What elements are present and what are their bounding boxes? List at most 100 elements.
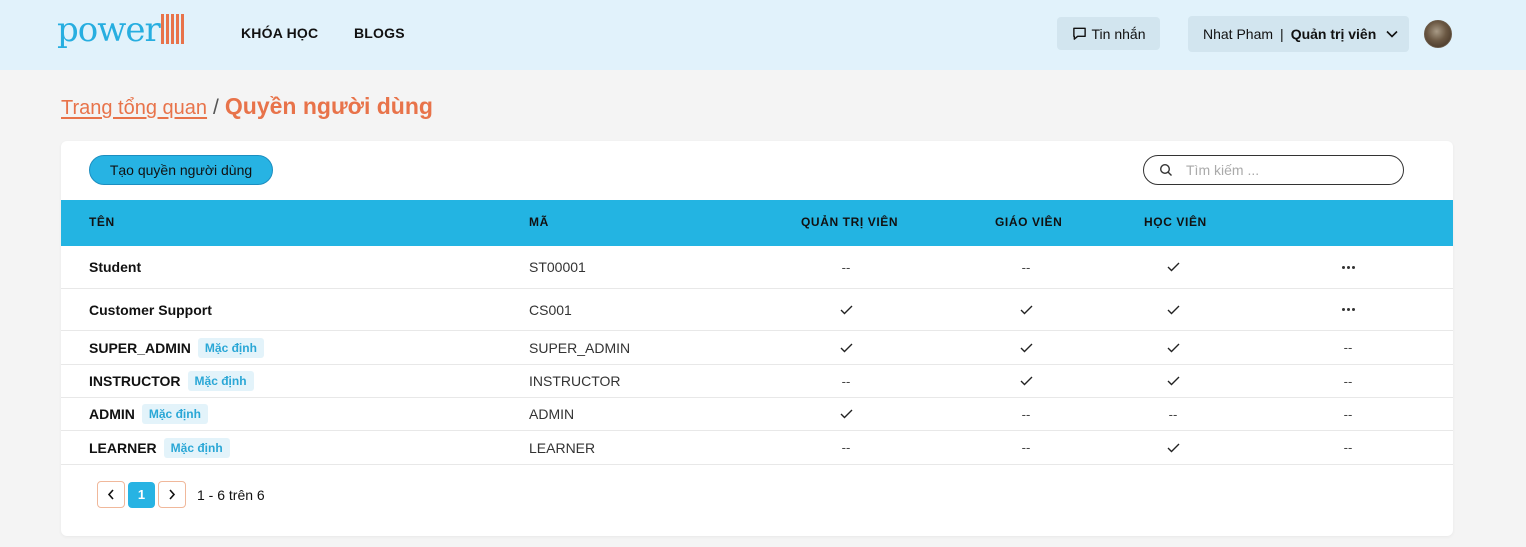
row-actions-cell xyxy=(1318,289,1378,330)
role-name: LEARNER xyxy=(89,439,157,456)
default-badge: Mặc định xyxy=(197,337,264,358)
empty-dash: -- xyxy=(1343,406,1353,422)
default-badge: Mặc định xyxy=(187,371,254,391)
permissions-card: Tạo quyền người dùng TÊN MÃ QUẢN TRỊ VIÊ… xyxy=(61,141,1453,536)
search-input[interactable] xyxy=(1186,162,1386,178)
breadcrumb: Trang tổng quan / Quyền người dùng xyxy=(61,93,433,120)
admin-permission-cell: -- xyxy=(816,365,876,397)
top-header: power KHÓA HỌC BLOGS Tin nhắn Nhat Pham … xyxy=(0,0,1526,70)
nav-blogs[interactable]: BLOGS xyxy=(354,25,405,41)
breadcrumb-separator: / xyxy=(213,96,219,119)
check-icon xyxy=(1167,443,1180,453)
table-row[interactable]: INSTRUCTOR Mặc định INSTRUCTOR -- -- xyxy=(61,365,1453,398)
table-row[interactable]: Customer Support CS001 xyxy=(61,289,1453,331)
role-name: Customer Support xyxy=(89,301,212,318)
check-icon xyxy=(1167,376,1180,386)
column-header-code[interactable]: MÃ xyxy=(529,200,549,246)
pagination-summary: 1 - 6 trên 6 xyxy=(197,486,265,503)
role-code: ADMIN xyxy=(529,406,575,422)
row-actions-cell xyxy=(1318,246,1378,288)
default-badge: Mặc định xyxy=(163,437,230,458)
learner-permission-cell: -- xyxy=(1143,398,1203,430)
admin-permission-cell xyxy=(816,289,876,330)
logo-mark-icon xyxy=(160,14,185,44)
breadcrumb-dashboard-link[interactable]: Trang tổng quan xyxy=(61,97,207,120)
logo-text: power xyxy=(57,10,161,50)
learner-permission-cell xyxy=(1143,431,1203,464)
chevron-down-icon xyxy=(1386,30,1398,38)
check-icon xyxy=(1020,343,1033,353)
empty-dash: -- xyxy=(1021,259,1031,275)
role-name: Student xyxy=(89,259,142,275)
power-logo[interactable]: power xyxy=(57,11,185,49)
admin-permission-cell: -- xyxy=(816,431,876,464)
learner-permission-cell xyxy=(1143,365,1203,397)
next-page-button[interactable] xyxy=(158,481,186,508)
table-row[interactable]: ADMIN Mặc định ADMIN -- -- -- xyxy=(61,398,1453,431)
check-icon xyxy=(840,305,853,315)
empty-dash: -- xyxy=(1343,440,1353,455)
row-actions-cell: -- xyxy=(1318,331,1378,364)
column-header-instructor[interactable]: GIÁO VIÊN xyxy=(995,200,1062,246)
more-options-icon[interactable] xyxy=(1341,265,1355,269)
user-menu-button[interactable]: Nhat Pham | Quản trị viên xyxy=(1188,16,1409,52)
check-icon xyxy=(840,343,853,353)
pagination: 1 1 - 6 trên 6 xyxy=(97,481,265,508)
role-name-cell: LEARNER Mặc định xyxy=(89,431,230,464)
instructor-permission-cell xyxy=(996,331,1056,364)
search-icon xyxy=(1159,163,1173,177)
learner-permission-cell xyxy=(1143,331,1203,364)
check-icon xyxy=(1020,305,1033,315)
role-code: ST00001 xyxy=(529,259,586,275)
table-row[interactable]: Student ST00001 -- -- xyxy=(61,246,1453,289)
empty-dash: -- xyxy=(1168,406,1178,422)
empty-dash: -- xyxy=(1343,340,1353,355)
role-name-cell: Student xyxy=(89,246,141,288)
table-row[interactable]: SUPER_ADMIN Mặc định SUPER_ADMIN -- xyxy=(61,331,1453,365)
search-box[interactable] xyxy=(1143,155,1404,185)
learner-permission-cell xyxy=(1143,289,1203,330)
empty-dash: -- xyxy=(841,259,851,275)
instructor-permission-cell: -- xyxy=(996,246,1056,288)
role-name-cell: Customer Support xyxy=(89,289,212,330)
column-header-learner[interactable]: HỌC VIÊN xyxy=(1144,200,1207,246)
check-icon xyxy=(840,409,853,419)
table-header: TÊN MÃ QUẢN TRỊ VIÊN GIÁO VIÊN HỌC VIÊN xyxy=(61,200,1453,246)
create-permission-button[interactable]: Tạo quyền người dùng xyxy=(89,155,273,185)
user-separator: | xyxy=(1280,26,1284,42)
empty-dash: -- xyxy=(841,373,851,389)
role-name: ADMIN xyxy=(89,406,135,422)
prev-page-button[interactable] xyxy=(97,481,125,508)
role-code: CS001 xyxy=(529,301,572,318)
instructor-permission-cell xyxy=(996,365,1056,397)
user-name: Nhat Pham xyxy=(1203,26,1274,42)
role-name-cell: SUPER_ADMIN Mặc định xyxy=(89,331,264,364)
learner-permission-cell xyxy=(1143,246,1203,288)
column-header-admin[interactable]: QUẢN TRỊ VIÊN xyxy=(801,200,898,246)
nav-courses[interactable]: KHÓA HỌC xyxy=(241,25,318,41)
role-name: INSTRUCTOR xyxy=(89,373,181,389)
row-actions-cell: -- xyxy=(1318,431,1378,464)
user-role: Quản trị viên xyxy=(1290,26,1377,42)
row-actions-cell: -- xyxy=(1318,398,1378,430)
messages-label: Tin nhắn xyxy=(1091,25,1146,42)
column-header-name[interactable]: TÊN xyxy=(89,200,115,246)
role-code: LEARNER xyxy=(529,439,596,456)
admin-permission-cell: -- xyxy=(816,246,876,288)
check-icon xyxy=(1020,376,1033,386)
instructor-permission-cell: -- xyxy=(996,398,1056,430)
role-name-cell: INSTRUCTOR Mặc định xyxy=(89,365,254,397)
role-name-cell: ADMIN Mặc định xyxy=(89,398,208,430)
more-options-icon[interactable] xyxy=(1341,308,1355,311)
messages-button[interactable]: Tin nhắn xyxy=(1057,17,1160,50)
role-name: SUPER_ADMIN xyxy=(89,339,191,356)
table-row[interactable]: LEARNER Mặc định LEARNER -- -- -- xyxy=(61,431,1453,465)
avatar[interactable] xyxy=(1424,20,1452,48)
instructor-permission-cell: -- xyxy=(996,431,1056,464)
chevron-right-icon xyxy=(168,489,176,500)
row-actions-cell: -- xyxy=(1318,365,1378,397)
page-1-button[interactable]: 1 xyxy=(128,481,155,508)
empty-dash: -- xyxy=(841,440,851,455)
default-badge: Mặc định xyxy=(141,404,208,424)
admin-permission-cell xyxy=(816,398,876,430)
